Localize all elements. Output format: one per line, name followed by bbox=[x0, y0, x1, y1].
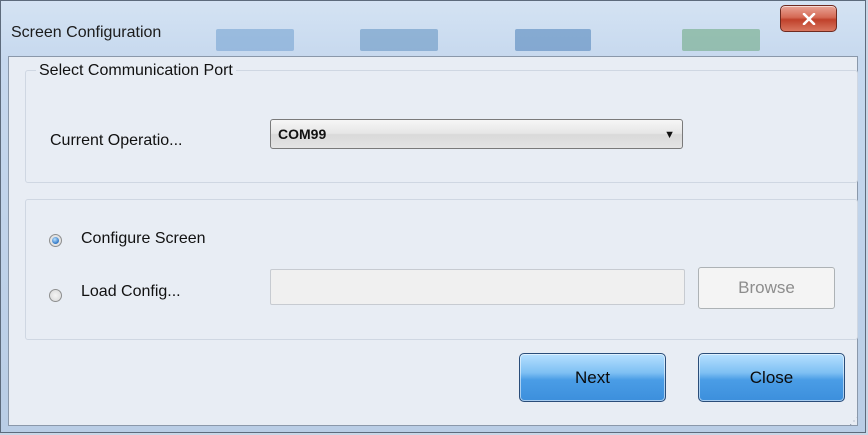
chevron-down-icon: ▼ bbox=[664, 129, 675, 141]
current-operation-label: Current Operatio... bbox=[50, 132, 183, 149]
load-config-radio[interactable] bbox=[49, 289, 62, 302]
close-button[interactable]: Close bbox=[698, 353, 845, 402]
configure-screen-radio[interactable] bbox=[49, 234, 62, 247]
titlebar-decoration bbox=[360, 29, 438, 51]
window-close-button[interactable] bbox=[780, 5, 837, 32]
screen-configuration-dialog: Screen Configuration Select Communicatio… bbox=[0, 0, 866, 433]
browse-button[interactable]: Browse bbox=[698, 267, 835, 309]
close-icon bbox=[802, 12, 815, 25]
resize-grip-icon[interactable]: ⋰ bbox=[849, 416, 859, 427]
next-button[interactable]: Next bbox=[519, 353, 666, 402]
group-legend: Select Communication Port bbox=[36, 62, 236, 80]
combo-selected-value: COM99 bbox=[278, 126, 327, 142]
window-title: Screen Configuration bbox=[11, 24, 162, 41]
configure-screen-label[interactable]: Configure Screen bbox=[81, 230, 206, 248]
titlebar-decoration bbox=[515, 29, 591, 51]
load-config-label[interactable]: Load Config... bbox=[81, 283, 181, 301]
load-config-path-field[interactable] bbox=[270, 269, 685, 305]
com-port-dropdown[interactable]: COM99 ▼ bbox=[270, 119, 683, 149]
titlebar-decoration bbox=[216, 29, 294, 51]
titlebar-decoration bbox=[682, 29, 760, 51]
